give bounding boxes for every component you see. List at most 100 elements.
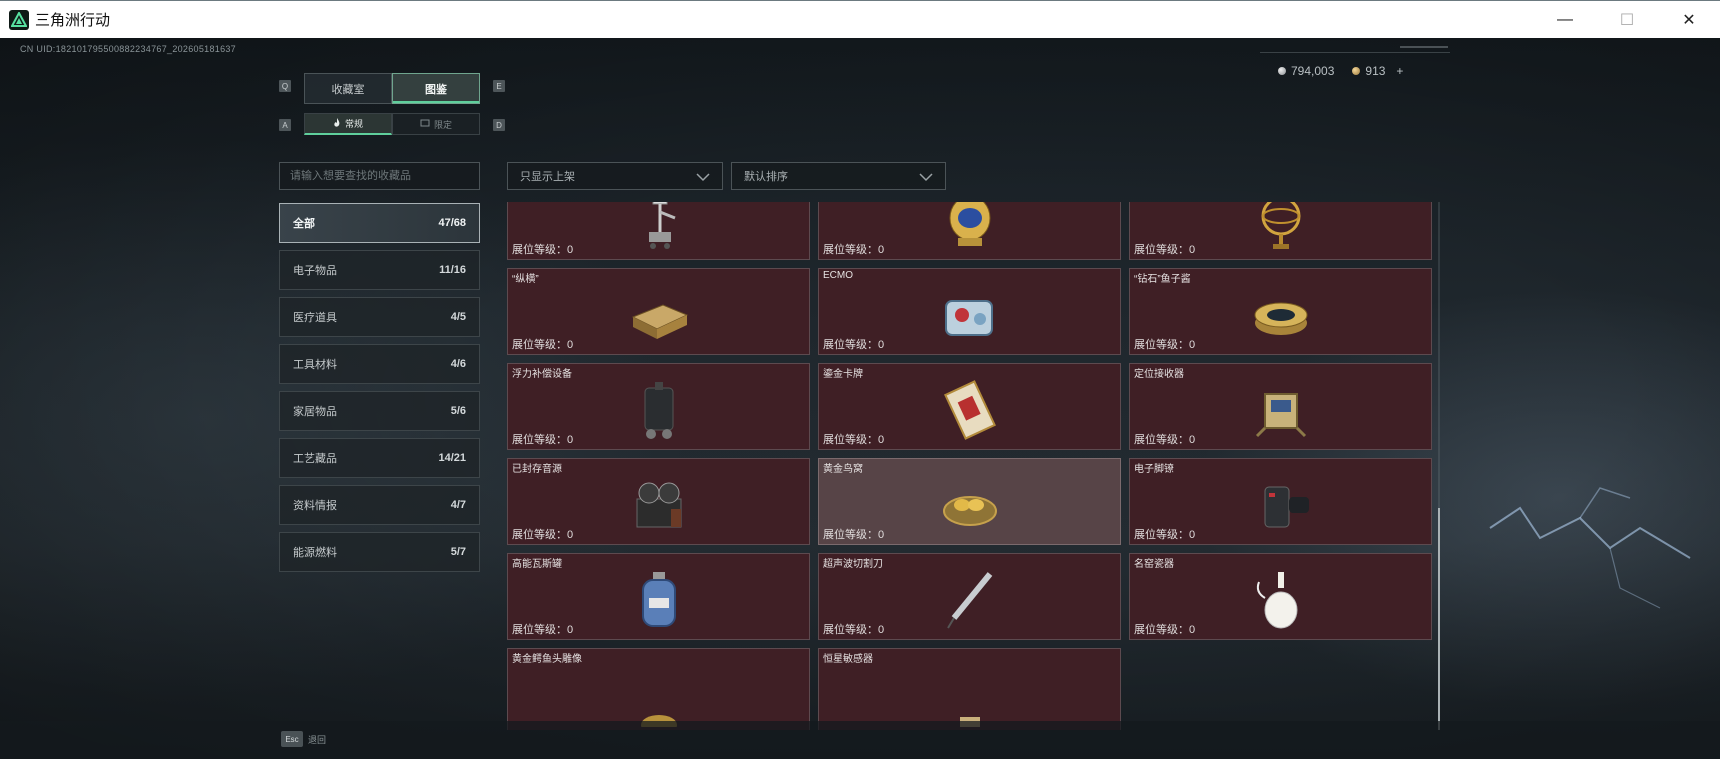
category-list: 全部 47/68 电子物品 11/16 医疗道具 4/5 工具材料 4/6 家居物品 5/… [279, 203, 480, 579]
collection-card[interactable]: 已封存音源展位等级：0 [507, 458, 810, 545]
collection-card[interactable]: 展位等级：0 [507, 202, 810, 260]
category-label: 工具材料 [293, 359, 337, 371]
jeweled-egg-icon [949, 202, 990, 246]
golden-nest-icon [942, 496, 997, 526]
collection-card[interactable]: 展位等级：0 [818, 202, 1121, 260]
chess-box-icon [631, 304, 688, 339]
esc-label: 退回 [308, 734, 327, 745]
ultrasonic-knife-icon [946, 572, 992, 629]
category-energy[interactable]: 能源燃料 5/7 [279, 532, 480, 572]
limited-icon [420, 119, 430, 129]
key-hint-q: Q [279, 80, 291, 92]
category-household[interactable]: 家居物品 5/6 [279, 391, 480, 431]
collection-card-name: 超声波切割刀 [823, 559, 883, 570]
top-divider [1260, 52, 1450, 53]
booth-level-label: 展位等级：0 [823, 434, 885, 446]
caviar-tin-icon [1254, 302, 1307, 335]
category-electronics[interactable]: 电子物品 11/16 [279, 250, 480, 290]
sort-dropdown[interactable]: 默认排序 [731, 162, 946, 190]
booth-level-label: 展位等级：0 [512, 529, 574, 541]
lightning-decoration [1489, 487, 1691, 609]
gold-coin-icon [1352, 67, 1361, 75]
collection-card[interactable]: 名窑瓷器展位等级：0 [1129, 553, 1432, 640]
booth-level-label: 展位等级：0 [823, 529, 885, 541]
top-divider-accent [1400, 46, 1448, 48]
collection-card[interactable]: 高能瓦斯罐 展位等级：0 [507, 553, 810, 640]
collection-card[interactable]: 浮力补偿设备 展位等级：0 [507, 363, 810, 450]
key-hint-d: D [493, 119, 505, 131]
maximize-button[interactable]: ☐ [1596, 1, 1658, 39]
collection-card-name: 已封存音源 [512, 464, 562, 475]
grid-scrollbar-thumb[interactable] [1438, 508, 1440, 730]
collection-card[interactable]: 鎏金卡牌展位等级：0 [818, 363, 1121, 450]
app-logo-icon [9, 9, 29, 30]
chevron-down-icon [919, 173, 933, 182]
flame-icon [333, 117, 341, 130]
booth-level-label: 展位等级：0 [823, 339, 885, 351]
window-title: 三角洲行动 [35, 12, 111, 29]
collection-card[interactable]: 展位等级：0 [1129, 202, 1432, 260]
collection-card[interactable]: 黄金鸟窝展位等级：0 [818, 458, 1121, 545]
show-filter-dropdown[interactable]: 只显示上架 [507, 162, 723, 190]
category-crafts[interactable]: 工艺藏品 14/21 [279, 438, 480, 478]
category-count: 11/16 [439, 264, 466, 276]
category-label: 工艺藏品 [293, 453, 337, 465]
player-uid: CN UID:1821017955008822347​67_2026051816… [20, 44, 236, 54]
category-tools[interactable]: 工具材料 4/6 [279, 344, 480, 384]
booth-level-label: 展位等级：0 [512, 624, 574, 636]
collection-card[interactable]: “纵横” 展位等级：0 [507, 268, 810, 355]
category-count: 4/5 [450, 311, 466, 323]
collection-card[interactable]: 定位接收器 展位等级：0 [1129, 363, 1432, 450]
tab-catalog[interactable]: 图鉴 [392, 73, 480, 104]
collection-card-name: ECMO [823, 270, 853, 281]
collection-card-name: 电子脚镣 [1134, 464, 1174, 475]
collection-card[interactable]: 恒星敏感器 [818, 648, 1121, 730]
sub-tabs: 常规 限定 [304, 113, 480, 135]
category-count: 4/6 [450, 358, 466, 370]
armillary-sphere-icon [1261, 202, 1300, 249]
gilded-card-icon [943, 380, 996, 440]
category-count: 14/21 [438, 452, 466, 464]
collection-card-name: “钻石”鱼子酱 [1134, 274, 1191, 285]
booth-level-label: 展位等级：0 [512, 244, 574, 256]
game-viewport: CN UID:1821017955008822347​67_2026051816… [0, 38, 1720, 759]
reel-recorder-icon [636, 482, 681, 528]
key-hint-a: A [279, 119, 291, 131]
gold-amount: 913 [1365, 64, 1386, 78]
collection-card[interactable]: 电子脚镣展位等级：0 [1129, 458, 1432, 545]
collection-card-name: 黄金鳄鱼头雕像 [512, 654, 582, 665]
category-count: 4/7 [450, 499, 466, 511]
chevron-down-icon [696, 173, 710, 182]
collection-card[interactable]: ECMO 展位等级：0 [818, 268, 1121, 355]
category-count: 5/6 [450, 405, 466, 417]
collection-card[interactable]: 黄金鳄鱼头雕像 [507, 648, 810, 730]
collection-card-name: 黄金鸟窝 [823, 464, 863, 475]
collection-card-name: 名窑瓷器 [1134, 559, 1174, 570]
subtab-limited[interactable]: 限定 [392, 113, 480, 135]
key-hint-e: E [493, 80, 505, 92]
booth-level-label: 展位等级：0 [1134, 624, 1196, 636]
silver-currency: 794,003 [1278, 64, 1334, 78]
collection-card-name: 鎏金卡牌 [823, 369, 863, 380]
tab-collection-room[interactable]: 收藏室 [304, 73, 392, 104]
subtab-regular[interactable]: 常规 [304, 113, 392, 135]
star-sensor-icon [959, 717, 980, 727]
collection-grid: 展位等级：0 展位等级：0 展位等级：0 “纵横” 展位等级：0 ECMO 展位等级：0 “钻… [507, 202, 1439, 730]
collection-card[interactable]: “钻石”鱼子酱 展位等级：0 [1129, 268, 1432, 355]
category-intel[interactable]: 资料情报 4/7 [279, 485, 480, 525]
collection-card[interactable]: 超声波切割刀 展位等级：0 [818, 553, 1121, 640]
gold-currency: 913 + [1352, 64, 1403, 78]
minimize-button[interactable]: — [1534, 1, 1596, 39]
esc-back-button[interactable]: Esc 退回 [281, 731, 326, 747]
search-input[interactable] [279, 162, 480, 190]
add-currency-button[interactable]: + [1396, 64, 1403, 78]
category-all[interactable]: 全部 47/68 [279, 203, 480, 243]
collection-grid-viewport: 展位等级：0 展位等级：0 展位等级：0 “纵横” 展位等级：0 ECMO 展位等级：0 “钻… [507, 202, 1439, 730]
booth-level-label: 展位等级：0 [1134, 529, 1196, 541]
booth-level-label: 展位等级：0 [823, 624, 885, 636]
category-label: 资料情报 [293, 500, 337, 512]
subtab-regular-label: 常规 [344, 119, 363, 129]
close-button[interactable]: ✕ [1658, 1, 1720, 39]
category-medical[interactable]: 医疗道具 4/5 [279, 297, 480, 337]
category-count: 47/68 [438, 217, 466, 229]
